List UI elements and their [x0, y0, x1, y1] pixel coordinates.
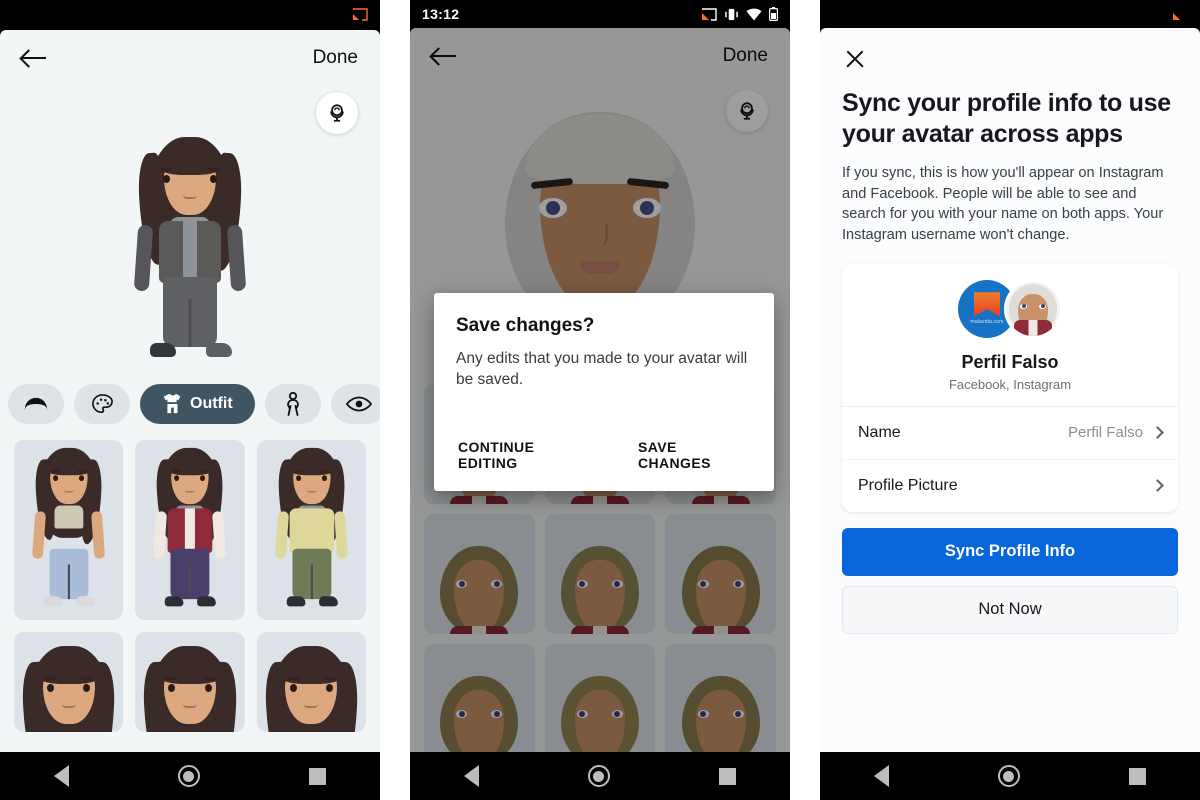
android-nav-bar-2[interactable]: [410, 752, 790, 800]
vibrate-icon: [725, 8, 738, 20]
row-profile-picture-label: Profile Picture: [858, 476, 958, 494]
dialog-title: Save changes?: [456, 315, 595, 336]
profile-apps: Facebook, Instagram: [948, 376, 1072, 392]
hair-icon: [23, 394, 49, 414]
tab-body[interactable]: [264, 384, 321, 424]
avatar: [1004, 279, 1062, 338]
profile-card-header: malavida.com Perfil Falso Facebook, Inst…: [842, 264, 1178, 407]
home-circle-icon[interactable]: [587, 765, 610, 787]
palette-icon: [91, 393, 114, 416]
avatar-editor-screen: Done Outfit: [0, 30, 380, 752]
phone-panel-1: Done Outfit: [0, 0, 380, 800]
avatar-editor-screen-dimmed: Done Save changes? Any edits that you ma…: [410, 28, 790, 752]
tab-eyes[interactable]: [330, 384, 380, 424]
android-nav-bar-3[interactable]: [820, 752, 1200, 800]
android-nav-bar-1[interactable]: [0, 752, 380, 800]
back-arrow-icon[interactable]: [22, 48, 48, 68]
wifi-icon: [746, 8, 762, 20]
status-icons: [352, 7, 368, 21]
outfit-cell[interactable]: [14, 632, 124, 732]
battery-icon: [769, 7, 778, 21]
phone-panel-3: Sync your profile info to use your avata…: [820, 0, 1200, 800]
row-name-value: Perfil Falso: [1067, 424, 1143, 442]
category-tab-strip[interactable]: Outfit: [0, 376, 380, 432]
back-triangle-icon[interactable]: [54, 765, 70, 787]
back-triangle-icon[interactable]: [874, 765, 890, 787]
dialog-actions: CONTINUE EDITING SAVE CHANGES: [456, 439, 752, 481]
chevron-right-icon: [1151, 479, 1164, 493]
row-name[interactable]: Name Perfil Falso: [842, 407, 1178, 460]
status-icons: [701, 7, 778, 21]
page-title: Sync your profile info to use your avata…: [842, 89, 1171, 148]
chevron-right-icon: [1151, 426, 1164, 440]
continue-editing-button[interactable]: CONTINUE EDITING: [458, 439, 596, 471]
sync-profile-info-button[interactable]: Sync Profile Info: [842, 527, 1178, 576]
close-icon[interactable]: [842, 46, 868, 72]
status-icons: [1172, 8, 1188, 21]
editor-header-1: Done: [0, 30, 380, 86]
body-icon: [283, 392, 303, 416]
sync-profile-sheet: Sync your profile info to use your avata…: [820, 28, 1200, 752]
recents-square-icon[interactable]: [718, 767, 736, 785]
status-bar-2: 13:12: [410, 0, 790, 28]
cast-icon: [1173, 12, 1180, 20]
dialog-body: Any edits that you made to your avatar w…: [456, 350, 748, 388]
avatar-pair: malavida.com: [842, 279, 1178, 342]
home-circle-icon[interactable]: [997, 765, 1020, 787]
three-panel-screenshot: Done Outfit 13:12 Done Save changes? Any…: [0, 0, 1200, 800]
status-time: 13:12: [422, 6, 460, 22]
cast-icon: [702, 7, 717, 21]
tab-hair[interactable]: [8, 384, 64, 424]
not-now-button[interactable]: Not Now: [842, 585, 1178, 634]
cast-icon: [353, 7, 368, 21]
save-changes-button[interactable]: SAVE CHANGES: [638, 439, 752, 471]
row-profile-picture[interactable]: Profile Picture: [842, 460, 1178, 512]
outfit-cell[interactable]: [256, 440, 366, 620]
phone-panel-2: 13:12 Done Save changes? Any edits that …: [410, 0, 790, 800]
done-button[interactable]: Done: [313, 47, 358, 69]
status-bar-1: [0, 0, 380, 28]
logo-watermark-text: malavida.com: [970, 319, 1004, 326]
profile-card: malavida.com Perfil Falso Facebook, Inst…: [842, 263, 1178, 512]
tab-color[interactable]: [74, 384, 130, 424]
outfit-grid[interactable]: [0, 432, 380, 732]
recents-square-icon[interactable]: [308, 767, 326, 785]
home-circle-icon[interactable]: [177, 765, 200, 787]
sheet-description: If you sync, this is how you'll appear o…: [842, 165, 1164, 244]
recents-square-icon[interactable]: [1128, 767, 1146, 785]
outfit-cell[interactable]: [135, 440, 245, 620]
eye-icon: [345, 395, 372, 413]
outfit-cell[interactable]: [135, 632, 245, 732]
avatar-figure: [130, 131, 250, 376]
outfit-cell[interactable]: [14, 440, 124, 620]
back-triangle-icon[interactable]: [464, 765, 480, 787]
row-name-label: Name: [858, 423, 901, 441]
outfit-icon: [162, 393, 182, 415]
status-bar-3: [820, 0, 1200, 28]
tab-outfit[interactable]: Outfit: [140, 384, 255, 424]
avatar-preview: [0, 86, 380, 376]
save-changes-dialog: Save changes? Any edits that you made to…: [434, 293, 774, 491]
profile-name: Perfil Falso: [961, 351, 1059, 372]
outfit-cell[interactable]: [256, 632, 366, 732]
tab-outfit-label: Outfit: [190, 395, 233, 412]
